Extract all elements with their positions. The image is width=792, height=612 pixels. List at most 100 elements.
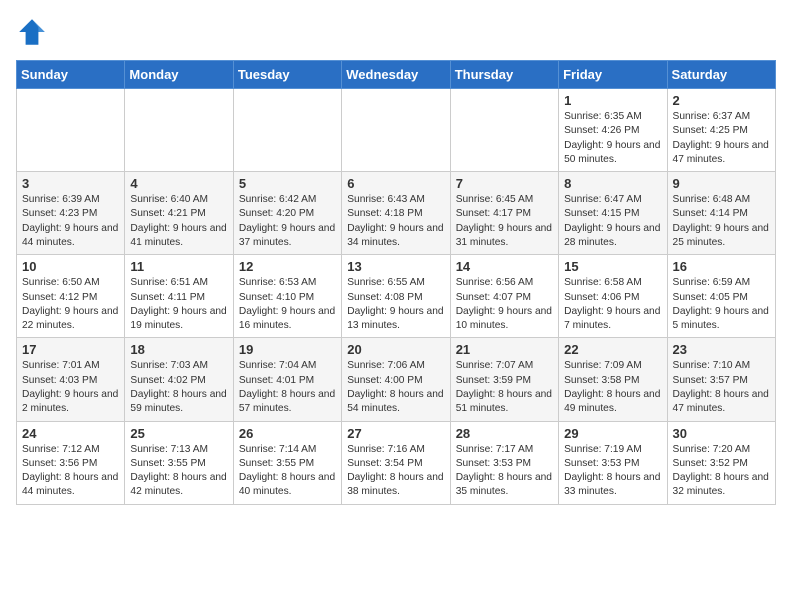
calendar-cell: 5 Sunrise: 6:42 AM Sunset: 4:20 PM Daylig… [233, 172, 341, 255]
day-number: 25 [130, 426, 227, 441]
calendar-cell: 9 Sunrise: 6:48 AM Sunset: 4:14 PM Daylig… [667, 172, 775, 255]
day-number: 26 [239, 426, 336, 441]
day-number: 20 [347, 342, 444, 357]
day-number: 2 [673, 93, 770, 108]
cell-content: Sunrise: 7:01 AM Sunset: 4:03 PM Dayligh… [22, 359, 119, 416]
calendar-cell [342, 89, 450, 172]
day-header-saturday: Saturday [667, 61, 775, 89]
calendar-cell: 6 Sunrise: 6:43 AM Sunset: 4:18 PM Daylig… [342, 172, 450, 255]
day-header-monday: Monday [125, 61, 233, 89]
day-header-friday: Friday [559, 61, 667, 89]
cell-content: Sunrise: 6:55 AM Sunset: 4:08 PM Dayligh… [347, 276, 444, 333]
cell-content: Sunrise: 7:06 AM Sunset: 4:00 PM Dayligh… [347, 359, 444, 416]
cell-content: Sunrise: 7:14 AM Sunset: 3:55 PM Dayligh… [239, 443, 336, 500]
day-number: 8 [564, 176, 661, 191]
cell-content: Sunrise: 6:37 AM Sunset: 4:25 PM Dayligh… [673, 110, 770, 167]
calendar-cell: 17 Sunrise: 7:01 AM Sunset: 4:03 PM Dayli… [17, 338, 125, 421]
calendar-cell: 2 Sunrise: 6:37 AM Sunset: 4:25 PM Daylig… [667, 89, 775, 172]
calendar-cell: 12 Sunrise: 6:53 AM Sunset: 4:10 PM Dayli… [233, 255, 341, 338]
calendar-cell: 15 Sunrise: 6:58 AM Sunset: 4:06 PM Dayli… [559, 255, 667, 338]
cell-content: Sunrise: 6:39 AM Sunset: 4:23 PM Dayligh… [22, 193, 119, 250]
day-number: 5 [239, 176, 336, 191]
day-number: 10 [22, 259, 119, 274]
calendar-cell: 21 Sunrise: 7:07 AM Sunset: 3:59 PM Dayli… [450, 338, 558, 421]
calendar-cell: 25Sunrise: 7:13 AM Sunset: 3:55 PM Dayli… [125, 421, 233, 504]
calendar-cell: 14 Sunrise: 6:56 AM Sunset: 4:07 PM Dayli… [450, 255, 558, 338]
cell-content: Sunrise: 7:09 AM Sunset: 3:58 PM Dayligh… [564, 359, 661, 416]
cell-content: Sunrise: 7:07 AM Sunset: 3:59 PM Dayligh… [456, 359, 553, 416]
cell-content: Sunrise: 6:43 AM Sunset: 4:18 PM Dayligh… [347, 193, 444, 250]
day-number: 1 [564, 93, 661, 108]
day-number: 11 [130, 259, 227, 274]
calendar-cell [17, 89, 125, 172]
calendar-week-1: 1 Sunrise: 6:35 AM Sunset: 4:26 PM Daylig… [17, 89, 776, 172]
day-number: 6 [347, 176, 444, 191]
cell-content: Sunrise: 6:48 AM Sunset: 4:14 PM Dayligh… [673, 193, 770, 250]
cell-content: Sunrise: 7:03 AM Sunset: 4:02 PM Dayligh… [130, 359, 227, 416]
calendar-cell [450, 89, 558, 172]
day-number: 12 [239, 259, 336, 274]
logo [16, 16, 52, 48]
calendar-week-5: 24 Sunrise: 7:12 AM Sunset: 3:56 PM Dayli… [17, 421, 776, 504]
cell-content: Sunrise: 6:59 AM Sunset: 4:05 PM Dayligh… [673, 276, 770, 333]
day-number: 27 [347, 426, 444, 441]
day-number: 18 [130, 342, 227, 357]
calendar-week-3: 10 Sunrise: 6:50 AM Sunset: 4:12 PM Dayli… [17, 255, 776, 338]
logo-icon [16, 16, 48, 48]
day-number: 16 [673, 259, 770, 274]
day-number: 29 [564, 426, 661, 441]
cell-content: Sunrise: 7:04 AM Sunset: 4:01 PM Dayligh… [239, 359, 336, 416]
calendar-cell: 8 Sunrise: 6:47 AM Sunset: 4:15 PM Daylig… [559, 172, 667, 255]
day-number: 17 [22, 342, 119, 357]
page-header [16, 16, 776, 48]
day-number: 15 [564, 259, 661, 274]
day-number: 22 [564, 342, 661, 357]
cell-content: Sunrise: 6:56 AM Sunset: 4:07 PM Dayligh… [456, 276, 553, 333]
calendar-cell: 19 Sunrise: 7:04 AM Sunset: 4:01 PM Dayli… [233, 338, 341, 421]
day-number: 3 [22, 176, 119, 191]
calendar-cell: 29 Sunrise: 7:19 AM Sunset: 3:53 PM Dayli… [559, 421, 667, 504]
day-number: 21 [456, 342, 553, 357]
calendar-week-2: 3 Sunrise: 6:39 AM Sunset: 4:23 PM Daylig… [17, 172, 776, 255]
day-number: 7 [456, 176, 553, 191]
calendar-cell: 10 Sunrise: 6:50 AM Sunset: 4:12 PM Dayli… [17, 255, 125, 338]
day-number: 13 [347, 259, 444, 274]
day-number: 24 [22, 426, 119, 441]
day-number: 19 [239, 342, 336, 357]
day-header-wednesday: Wednesday [342, 61, 450, 89]
cell-content: Sunrise: 6:35 AM Sunset: 4:26 PM Dayligh… [564, 110, 661, 167]
day-number: 9 [673, 176, 770, 191]
calendar-cell: 16 Sunrise: 6:59 AM Sunset: 4:05 PM Dayli… [667, 255, 775, 338]
day-number: 4 [130, 176, 227, 191]
cell-content: Sunrise: 6:58 AM Sunset: 4:06 PM Dayligh… [564, 276, 661, 333]
day-header-sunday: Sunday [17, 61, 125, 89]
calendar-header-row: SundayMondayTuesdayWednesdayThursdayFrid… [17, 61, 776, 89]
cell-content: Sunrise: 6:53 AM Sunset: 4:10 PM Dayligh… [239, 276, 336, 333]
cell-content: Sunrise: 6:47 AM Sunset: 4:15 PM Dayligh… [564, 193, 661, 250]
calendar-table: SundayMondayTuesdayWednesdayThursdayFrid… [16, 60, 776, 505]
cell-content: Sunrise: 6:40 AM Sunset: 4:21 PM Dayligh… [130, 193, 227, 250]
day-number: 14 [456, 259, 553, 274]
calendar-cell: 13 Sunrise: 6:55 AM Sunset: 4:08 PM Dayli… [342, 255, 450, 338]
day-number: 30 [673, 426, 770, 441]
calendar-cell: 3 Sunrise: 6:39 AM Sunset: 4:23 PM Daylig… [17, 172, 125, 255]
calendar-cell: 27 Sunrise: 7:16 AM Sunset: 3:54 PM Dayli… [342, 421, 450, 504]
cell-content: Sunrise: 7:12 AM Sunset: 3:56 PM Dayligh… [22, 443, 119, 500]
cell-content: Sunrise: 6:42 AM Sunset: 4:20 PM Dayligh… [239, 193, 336, 250]
cell-content: Sunrise: 7:16 AM Sunset: 3:54 PM Dayligh… [347, 443, 444, 500]
calendar-cell [125, 89, 233, 172]
calendar-cell: 28Sunrise: 7:17 AM Sunset: 3:53 PM Dayli… [450, 421, 558, 504]
day-number: 28 [456, 426, 553, 441]
calendar-cell: 22 Sunrise: 7:09 AM Sunset: 3:58 PM Dayli… [559, 338, 667, 421]
cell-content: Sunrise: 7:19 AM Sunset: 3:53 PM Dayligh… [564, 443, 661, 500]
day-number: 23 [673, 342, 770, 357]
calendar-cell: 20 Sunrise: 7:06 AM Sunset: 4:00 PM Dayli… [342, 338, 450, 421]
calendar-cell: 7Sunrise: 6:45 AM Sunset: 4:17 PM Daylig… [450, 172, 558, 255]
cell-content: Sunrise: 6:51 AM Sunset: 4:11 PM Dayligh… [130, 276, 227, 333]
cell-content: Sunrise: 6:50 AM Sunset: 4:12 PM Dayligh… [22, 276, 119, 333]
calendar-week-4: 17 Sunrise: 7:01 AM Sunset: 4:03 PM Dayli… [17, 338, 776, 421]
cell-content: Sunrise: 7:20 AM Sunset: 3:52 PM Dayligh… [673, 443, 770, 500]
calendar-cell: 23Sunrise: 7:10 AM Sunset: 3:57 PM Dayli… [667, 338, 775, 421]
calendar-cell: 1 Sunrise: 6:35 AM Sunset: 4:26 PM Daylig… [559, 89, 667, 172]
calendar-cell: 4 Sunrise: 6:40 AM Sunset: 4:21 PM Daylig… [125, 172, 233, 255]
